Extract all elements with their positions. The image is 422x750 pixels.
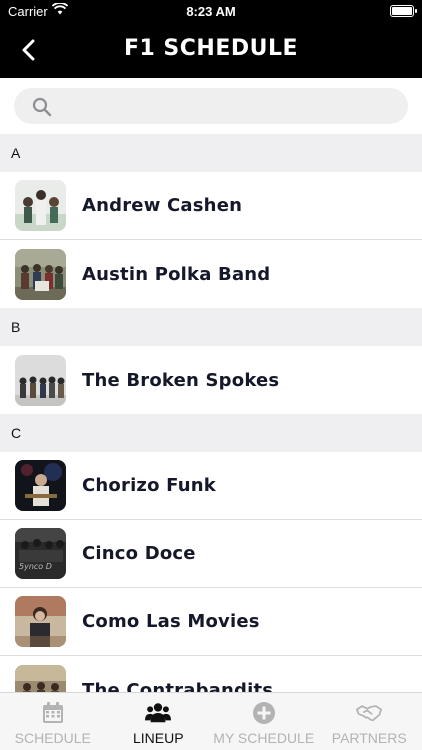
artist-thumbnail: 5ynco D [15, 528, 66, 579]
status-bar: Carrier 8:23 AM [0, 0, 422, 22]
search-icon [32, 97, 52, 122]
search-input[interactable] [62, 88, 392, 124]
svg-text:5ynco D: 5ynco D [19, 562, 52, 571]
section-header-c: C [0, 414, 422, 452]
section-header-b: B [0, 308, 422, 346]
tab-partners[interactable]: PARTNERS [317, 693, 422, 750]
list-item-chorizo-funk[interactable]: Chorizo Funk [0, 452, 422, 520]
lineup-list[interactable]: A Andrew Cashen Austin Polka Band B The … [0, 134, 422, 692]
battery-icon [390, 5, 417, 17]
navigation-bar: F1 SCHEDULE [0, 22, 422, 78]
artist-thumbnail [15, 664, 66, 692]
handshake-icon [356, 700, 383, 726]
artist-name: Chorizo Funk [82, 475, 216, 496]
artist-name: Como Las Movies [82, 611, 260, 632]
artist-name: Austin Polka Band [82, 263, 271, 285]
tab-lineup[interactable]: LINEUP [106, 693, 212, 750]
section-header-a: A [0, 134, 422, 172]
list-item-como-las-movies[interactable]: Como Las Movies [0, 588, 422, 656]
artist-name: The Broken Spokes [82, 369, 280, 391]
artist-name: Cinco Doce [82, 543, 196, 564]
people-icon [145, 700, 172, 726]
search-bar [0, 78, 422, 134]
artist-thumbnail [15, 354, 66, 406]
list-item-the-broken-spokes[interactable]: The Broken Spokes [0, 346, 422, 414]
tab-bar: SCHEDULE LINEUP MY SCHEDULE PARTNERS [0, 692, 422, 750]
artist-thumbnail [15, 248, 66, 300]
page-title: F1 SCHEDULE [123, 36, 299, 61]
clock-label: 8:23 AM [186, 4, 236, 19]
plus-circle-icon [251, 700, 277, 726]
list-item-andrew-cashen[interactable]: Andrew Cashen [0, 172, 422, 240]
list-item-austin-polka-band[interactable]: Austin Polka Band [0, 240, 422, 308]
calendar-icon [40, 700, 66, 726]
artist-thumbnail [15, 460, 66, 511]
tab-label: LINEUP [132, 730, 184, 746]
list-item-the-contrabandits[interactable]: The Contrabandits [0, 656, 422, 692]
search-field[interactable] [14, 88, 408, 124]
tab-label: PARTNERS [331, 730, 407, 746]
tab-label: SCHEDULE [14, 730, 91, 746]
artist-thumbnail [15, 180, 66, 231]
artist-name: The Contrabandits [82, 679, 274, 693]
artist-name: Andrew Cashen [82, 195, 243, 216]
tab-schedule[interactable]: SCHEDULE [0, 693, 106, 750]
tab-my-schedule[interactable]: MY SCHEDULE [211, 693, 317, 750]
artist-thumbnail [15, 596, 66, 647]
list-item-cinco-doce[interactable]: 5ynco D Cinco Doce [0, 520, 422, 588]
tab-label: MY SCHEDULE [213, 730, 315, 746]
